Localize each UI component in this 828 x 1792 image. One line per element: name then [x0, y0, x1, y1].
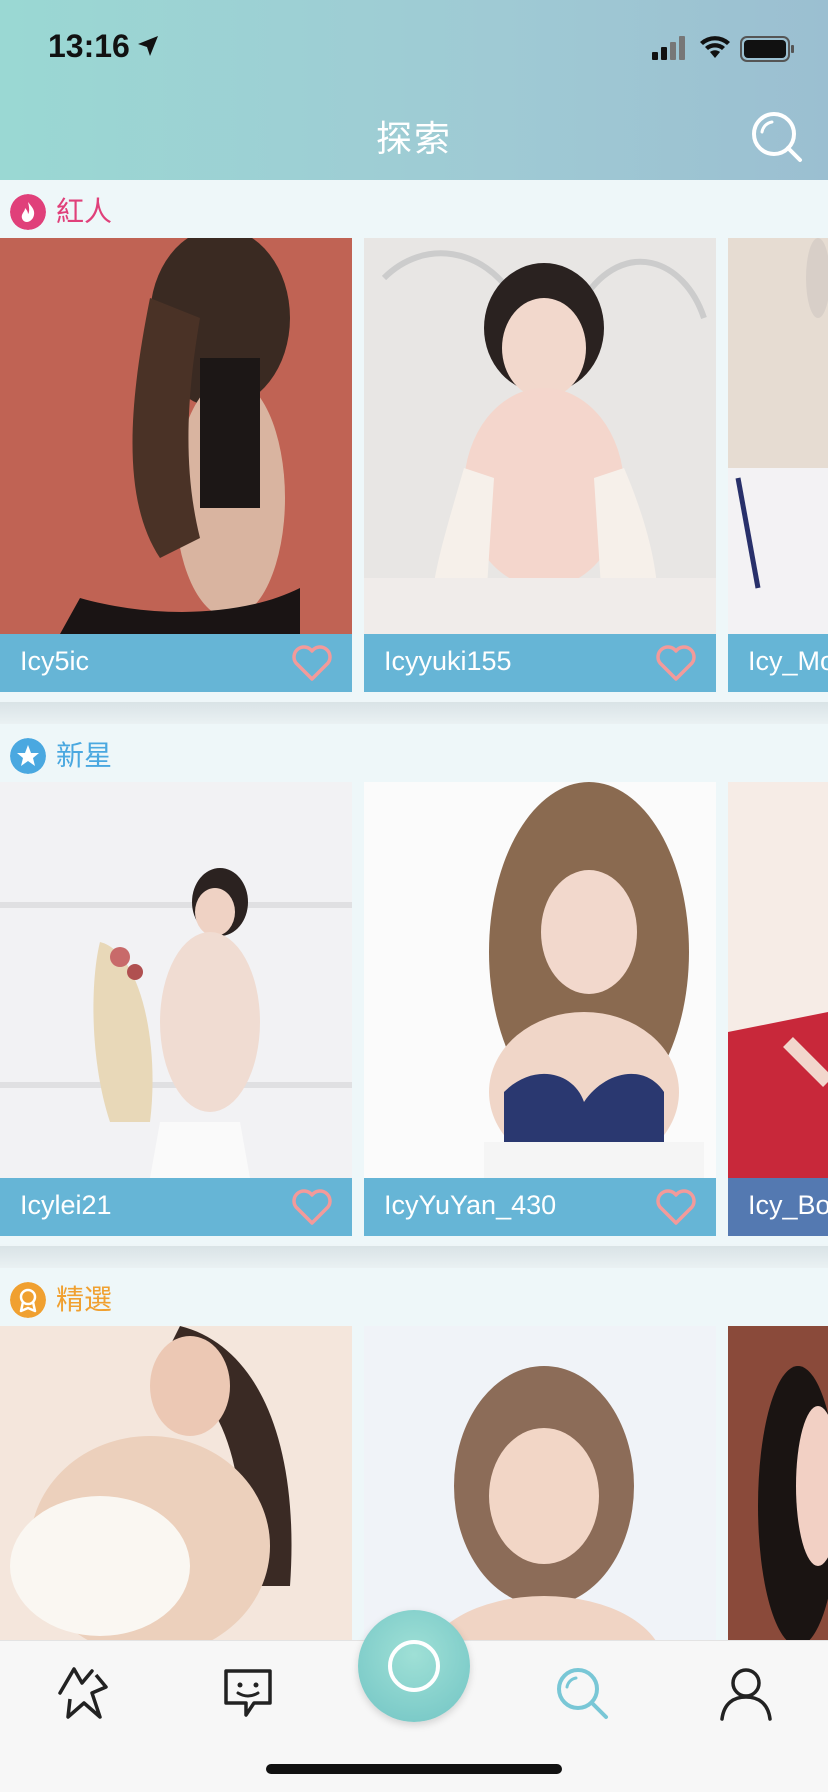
live-button[interactable] — [358, 1610, 470, 1722]
trending-icon[interactable] — [54, 1663, 114, 1723]
section-divider — [0, 702, 828, 724]
creator-photo — [364, 782, 716, 1178]
status-bar: 13:16 — [0, 0, 828, 100]
creator-photo — [0, 1326, 352, 1640]
cellular-signal-icon — [652, 36, 685, 60]
creator-card[interactable] — [364, 1326, 716, 1640]
creator-name: Icylei21 — [20, 1190, 112, 1220]
heart-icon[interactable] — [290, 1187, 334, 1227]
heart-icon[interactable] — [654, 1187, 698, 1227]
creator-name: Icy5ic — [20, 646, 90, 676]
search-icon[interactable] — [748, 108, 804, 164]
creator-photo — [364, 1326, 716, 1640]
creator-card[interactable]: IcyYuYan_430 — [364, 782, 716, 1236]
creator-name: Icy_Bo — [748, 1190, 828, 1220]
creator-card[interactable]: Icylei21 — [0, 782, 352, 1236]
card-name-bar: Icy5ic — [0, 634, 352, 692]
creator-photo — [728, 782, 828, 1178]
creator-card[interactable] — [0, 1326, 352, 1640]
section-featured: 精選 — [0, 1268, 828, 1640]
live-button-icon — [388, 1640, 440, 1692]
page-title: 探索 — [375, 119, 452, 160]
creator-name: IcyYuYan_430 — [384, 1190, 557, 1220]
wifi-icon — [700, 36, 730, 58]
section-title: 精選 — [56, 1283, 113, 1316]
creator-photo — [0, 238, 352, 634]
creator-card[interactable] — [728, 1326, 828, 1640]
creator-photo — [728, 238, 828, 634]
heart-icon[interactable] — [654, 643, 698, 683]
creator-photo — [0, 782, 352, 1178]
chat-icon[interactable] — [218, 1663, 278, 1723]
section-header: 精選 — [0, 1268, 828, 1326]
explore-icon[interactable] — [552, 1663, 612, 1723]
location-arrow-icon — [138, 36, 158, 56]
card-name-bar: Icy_Bo — [728, 1178, 828, 1236]
creator-name: Icy_Mo — [748, 646, 828, 676]
status-time: 13:16 — [48, 28, 130, 64]
creator-card[interactable]: Icy5ic — [0, 238, 352, 692]
star-icon — [10, 738, 46, 774]
card-name-bar: IcyYuYan_430 — [364, 1178, 716, 1236]
section-divider — [0, 1246, 828, 1268]
creator-name: Icyyuki155 — [384, 646, 512, 676]
profile-icon[interactable] — [716, 1663, 776, 1723]
fire-icon — [10, 194, 46, 230]
card-name-bar: Icylei21 — [0, 1178, 352, 1236]
creator-photo — [364, 238, 716, 634]
top-header: 13:16 探索 — [0, 0, 828, 180]
section-title: 紅人 — [56, 195, 113, 228]
section-header: 新星 — [0, 724, 828, 782]
creator-card[interactable]: Icyyuki155 — [364, 238, 716, 692]
creator-photo — [728, 1326, 828, 1640]
section-header: 紅人 — [0, 180, 828, 238]
creator-card[interactable]: Icy_Bo — [728, 782, 828, 1236]
section-new: 新星 Icylei21 IcyYuYan_430 Icy_Bo — [0, 724, 828, 1244]
card-name-bar: Icy_Mo — [728, 634, 828, 692]
award-icon — [10, 1282, 46, 1318]
card-name-bar: Icyyuki155 — [364, 634, 716, 692]
creator-card[interactable]: Icy_Mo — [728, 238, 828, 692]
section-hot: 紅人 Icy5ic Icyyuki155 Icy_Mo — [0, 180, 828, 700]
section-title: 新星 — [56, 739, 113, 772]
heart-icon[interactable] — [290, 643, 334, 683]
battery-icon — [740, 36, 794, 62]
home-indicator — [266, 1764, 562, 1774]
